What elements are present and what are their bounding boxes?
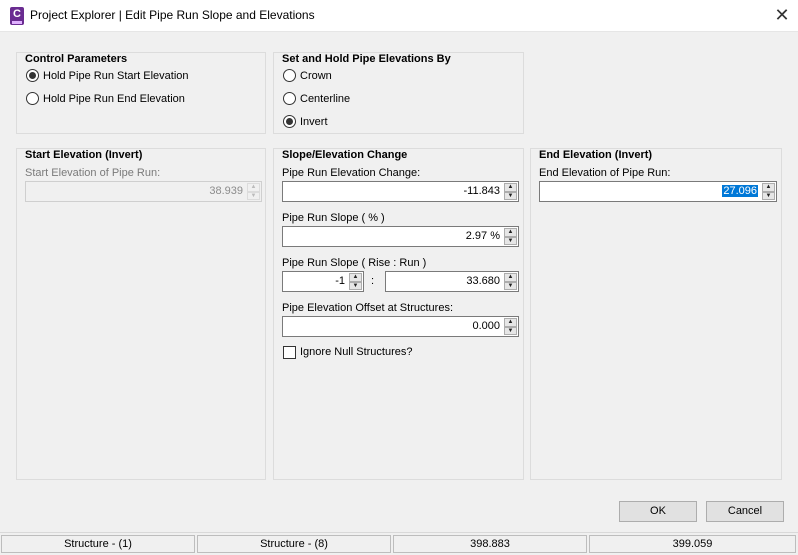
group-title: End Elevation (Invert) xyxy=(539,149,653,161)
title-bar: C Project Explorer | Edit Pipe Run Slope… xyxy=(0,0,798,32)
spin-down-icon[interactable]: ▼ xyxy=(349,281,362,290)
end-elevation-spinner[interactable]: 27.096 ▲ ▼ xyxy=(539,181,777,202)
radio-hold-end[interactable]: Hold Pipe Run End Elevation xyxy=(26,92,185,105)
radio-hold-start[interactable]: Hold Pipe Run Start Elevation xyxy=(26,69,189,82)
radio-label: Crown xyxy=(300,69,332,82)
ignore-null-checkbox[interactable] xyxy=(283,346,296,359)
spin-down-icon[interactable]: ▼ xyxy=(504,236,517,245)
close-icon[interactable]: ✕ xyxy=(766,0,798,32)
radio-button[interactable] xyxy=(26,92,39,105)
radio-button[interactable] xyxy=(283,69,296,82)
offset-value[interactable]: 0.000 xyxy=(472,320,500,332)
radio-label: Hold Pipe Run Start Elevation xyxy=(43,69,189,82)
radio-label: Invert xyxy=(300,115,328,128)
slope-elevation-group: Slope/Elevation Change Pipe Run Elevatio… xyxy=(273,148,524,480)
spin-up-icon[interactable]: ▲ xyxy=(504,273,517,282)
group-title: Control Parameters xyxy=(25,53,128,65)
spin-up-icon[interactable]: ▲ xyxy=(247,183,260,192)
end-elevation-label: End Elevation of Pipe Run: xyxy=(539,167,671,179)
control-parameters-group: Control Parameters Hold Pipe Run Start E… xyxy=(16,52,266,134)
radio-button[interactable] xyxy=(26,69,39,82)
offset-spinner[interactable]: 0.000 ▲ ▼ xyxy=(282,316,519,337)
hold-elevations-group: Set and Hold Pipe Elevations By Crown Ce… xyxy=(273,52,524,134)
offset-label: Pipe Elevation Offset at Structures: xyxy=(282,302,453,314)
radio-label: Hold Pipe Run End Elevation xyxy=(43,92,185,105)
run-spinner[interactable]: 33.680 ▲ ▼ xyxy=(385,271,519,292)
ratio-separator: : xyxy=(371,275,375,287)
radio-invert[interactable]: Invert xyxy=(283,115,328,128)
end-elevation-group: End Elevation (Invert) End Elevation of … xyxy=(530,148,782,480)
status-end-structure: Structure - (8) xyxy=(197,535,391,553)
end-elevation-value[interactable]: 27.096 xyxy=(722,185,758,197)
elevation-change-spinner[interactable]: -11.843 ▲ ▼ xyxy=(282,181,519,202)
start-elevation-spinner[interactable]: 38.939 ▲ ▼ xyxy=(25,181,262,202)
civil3d-app-icon: C xyxy=(10,7,24,25)
spin-down-icon[interactable]: ▼ xyxy=(504,281,517,290)
spin-down-icon[interactable]: ▼ xyxy=(504,326,517,335)
slope-percent-label: Pipe Run Slope ( % ) xyxy=(282,212,385,224)
status-end-value: 399.059 xyxy=(589,535,796,553)
radio-button[interactable] xyxy=(283,92,296,105)
run-value[interactable]: 33.680 xyxy=(466,275,500,287)
radio-label: Centerline xyxy=(300,92,351,105)
spin-down-icon[interactable]: ▼ xyxy=(504,191,517,200)
rise-spinner[interactable]: -1 ▲ ▼ xyxy=(282,271,364,292)
group-title: Slope/Elevation Change xyxy=(282,149,408,161)
radio-button[interactable] xyxy=(283,115,296,128)
spin-up-icon[interactable]: ▲ xyxy=(504,183,517,192)
slope-ratio-label: Pipe Run Slope ( Rise : Run ) xyxy=(282,257,427,269)
spin-up-icon[interactable]: ▲ xyxy=(762,183,775,192)
radio-centerline[interactable]: Centerline xyxy=(283,92,350,105)
start-elevation-group: Start Elevation (Invert) Start Elevation… xyxy=(16,148,266,480)
cancel-button[interactable]: Cancel xyxy=(706,501,784,522)
slope-percent-spinner[interactable]: 2.97 % ▲ ▼ xyxy=(282,226,519,247)
ok-button[interactable]: OK xyxy=(619,501,697,522)
rise-value[interactable]: -1 xyxy=(335,275,345,287)
spin-down-icon[interactable]: ▼ xyxy=(247,191,260,200)
spin-up-icon[interactable]: ▲ xyxy=(504,318,517,327)
spin-up-icon[interactable]: ▲ xyxy=(504,228,517,237)
elevation-change-value[interactable]: -11.843 xyxy=(464,185,501,197)
group-title: Set and Hold Pipe Elevations By xyxy=(282,53,451,65)
window-title: Project Explorer | Edit Pipe Run Slope a… xyxy=(30,8,315,22)
spin-up-icon[interactable]: ▲ xyxy=(349,273,362,282)
spin-down-icon[interactable]: ▼ xyxy=(762,191,775,200)
slope-percent-value[interactable]: 2.97 % xyxy=(466,230,500,242)
start-elevation-value: 38.939 xyxy=(209,185,243,197)
ignore-null-label: Ignore Null Structures? xyxy=(300,346,413,358)
status-bar: Structure - (1) Structure - (8) 398.883 … xyxy=(0,532,798,555)
status-start-value: 398.883 xyxy=(393,535,587,553)
start-elevation-label: Start Elevation of Pipe Run: xyxy=(25,167,161,179)
elevation-change-label: Pipe Run Elevation Change: xyxy=(282,167,421,179)
status-start-structure: Structure - (1) xyxy=(1,535,195,553)
group-title: Start Elevation (Invert) xyxy=(25,149,143,161)
radio-crown[interactable]: Crown xyxy=(283,69,332,82)
